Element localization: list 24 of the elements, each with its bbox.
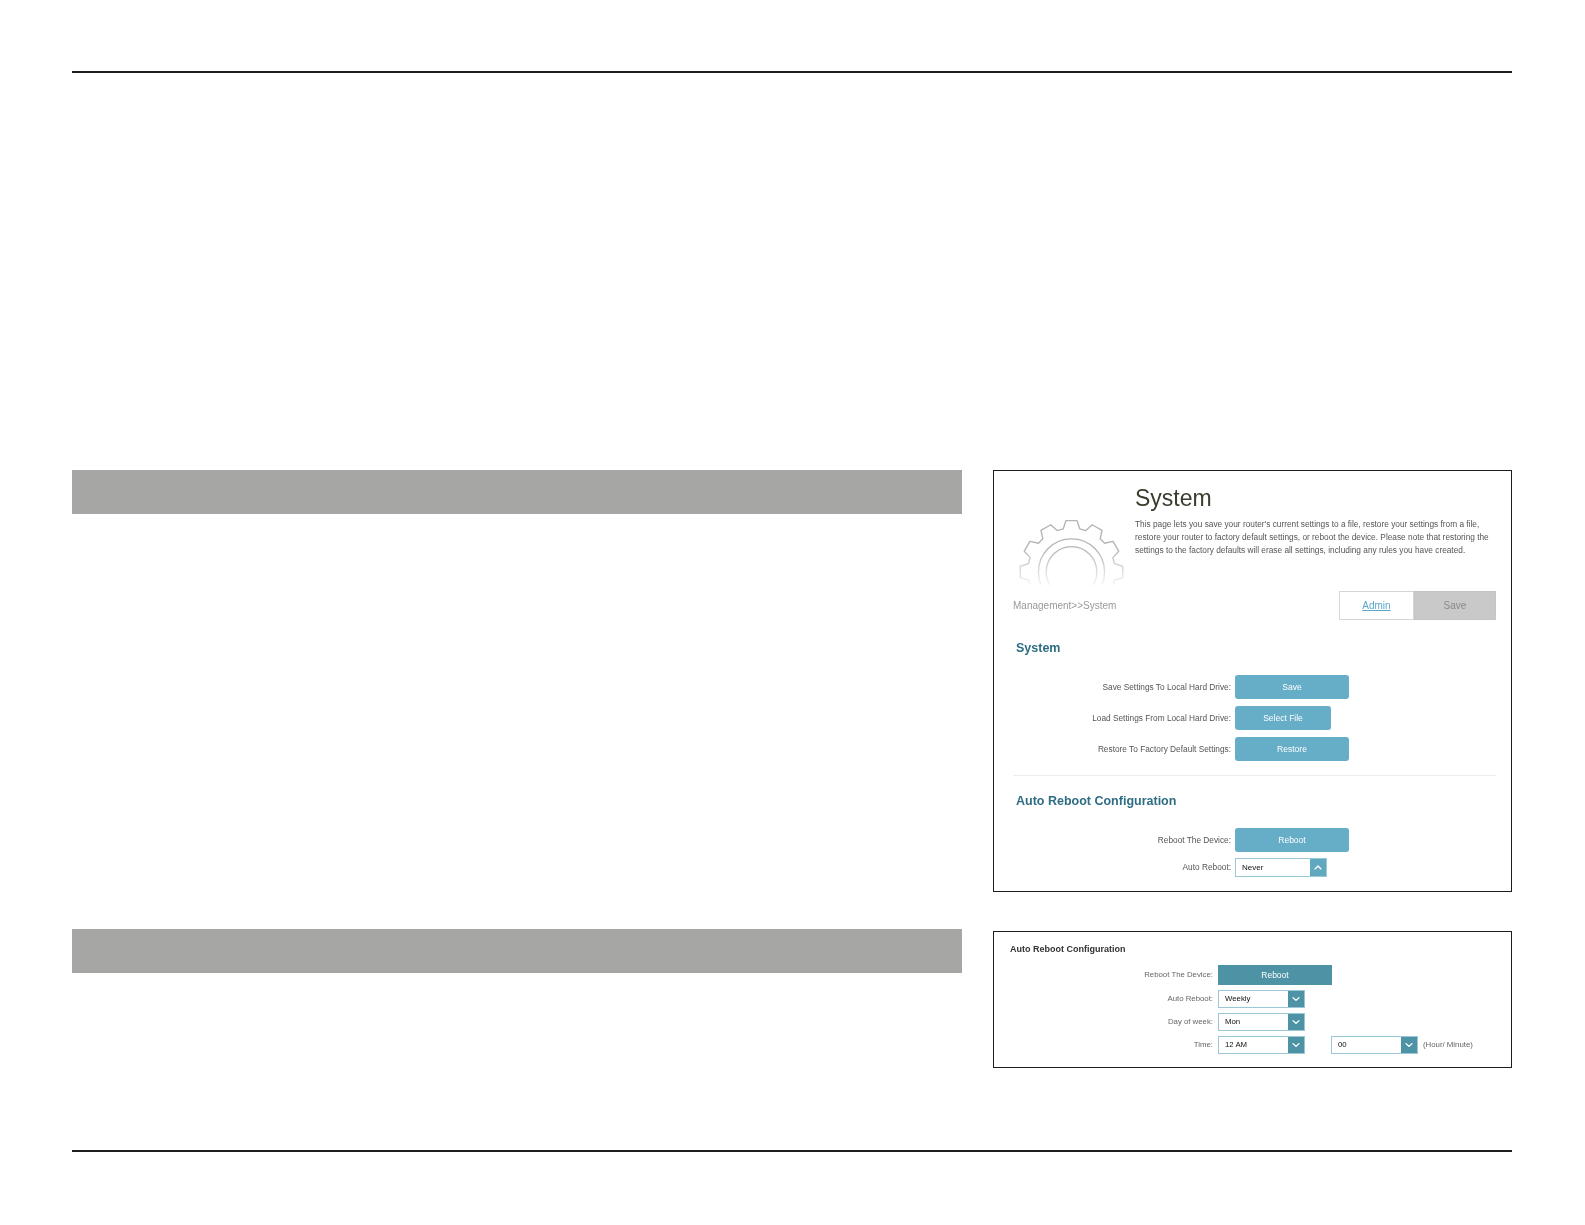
chevron-down-icon[interactable] [1401, 1037, 1417, 1053]
header-link[interactable]: Admin [1339, 591, 1414, 620]
chevron-down-icon[interactable] [1288, 991, 1304, 1007]
chevron-down-icon[interactable] [1288, 1014, 1304, 1030]
action-button[interactable]: Save [1235, 675, 1349, 699]
section-heading: System [1015, 640, 1062, 656]
breadcrumb: Management>>System [1013, 599, 1117, 613]
action-button[interactable]: Reboot [1235, 828, 1349, 852]
gear-icon [1018, 518, 1125, 585]
chevron-up-icon[interactable] [1310, 859, 1326, 876]
action-button[interactable]: Select File [1235, 706, 1331, 730]
section-heading: Auto Reboot Configuration [1009, 943, 1127, 955]
field-label: Save Settings To Local Hard Drive: [1101, 680, 1232, 694]
field-label: Load Settings From Local Hard Drive: [1091, 711, 1232, 725]
action-button[interactable]: Reboot [1218, 965, 1332, 985]
action-button[interactable]: Restore [1235, 737, 1349, 761]
field-label: Reboot The Device: [1156, 833, 1232, 847]
chevron-down-icon[interactable] [1288, 1037, 1304, 1053]
section-heading: Auto Reboot Configuration [1015, 793, 1178, 809]
field-label: Auto Reboot: [1181, 861, 1232, 874]
dropdown-field[interactable]: Never [1235, 858, 1327, 877]
page-description: This page lets you save your router's current settings to a file, restore your settings from a file, restore your router to factory default settings, or reboot the device. Please note that restoring the settings to the factory defaults will erase all settings, including any rules you have created. [1135, 518, 1489, 557]
field-label: Restore To Factory Default Settings: [1096, 742, 1232, 756]
page-title: System [1135, 485, 1213, 512]
